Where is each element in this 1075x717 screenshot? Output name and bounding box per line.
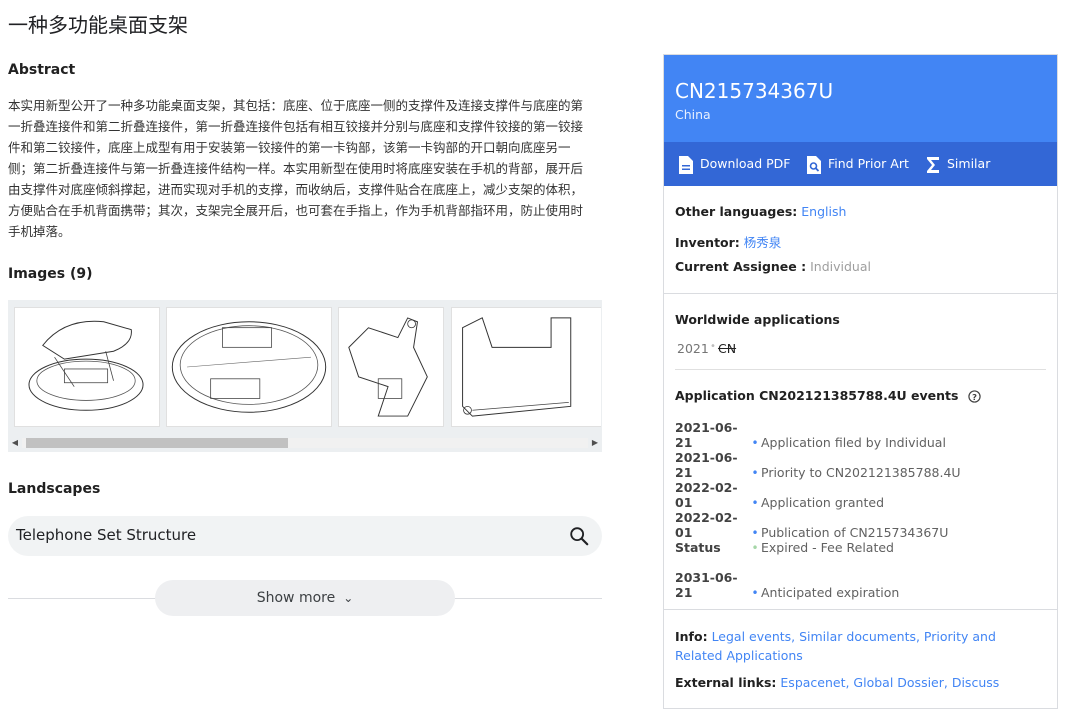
other-languages-link[interactable]: English: [801, 204, 846, 219]
pdf-file-icon: [679, 155, 693, 174]
scroll-left-icon[interactable]: ◀: [8, 436, 22, 450]
patent-image-3[interactable]: [338, 307, 444, 427]
patent-header: CN215734367U China: [664, 55, 1057, 142]
event-date: 2021-06-21: [675, 450, 738, 480]
panel-divider-inner: [675, 369, 1046, 370]
drawing-bracket-icon: [348, 317, 428, 417]
event-dot-icon: •: [751, 526, 759, 540]
status-dot-icon: •: [751, 541, 759, 555]
other-languages-label: Other languages:: [675, 204, 798, 219]
panel-divider-1: [664, 293, 1057, 294]
similar-label: Similar: [947, 156, 991, 171]
assignee-value: Individual: [810, 259, 871, 274]
external-links[interactable]: Espacenet, Global Dossier, Discuss: [780, 675, 999, 690]
event-row: 2021-06-21 • Application filed by Individu…: [675, 420, 1055, 450]
event-row: 2031-06-21 • Anticipated expiration: [675, 570, 1055, 600]
patent-image-4[interactable]: [451, 307, 601, 427]
other-languages-row: Other languages: English: [675, 204, 846, 219]
event-date: 2022-02-01: [675, 510, 738, 540]
similar-button[interactable]: Similar: [925, 142, 990, 186]
sigma-icon: [927, 156, 939, 173]
inventor-label: Inventor:: [675, 235, 740, 250]
patent-country: China: [675, 107, 711, 122]
panel-divider-2: [664, 609, 1057, 610]
show-more-button[interactable]: Show more ⌄: [155, 580, 455, 616]
worldwide-heading: Worldwide applications: [675, 312, 840, 327]
patent-summary-panel: CN215734367U China Download PDF Find Pri…: [663, 54, 1058, 709]
event-dot-icon: •: [751, 466, 759, 480]
info-row: Info: Legal events, Similar documents, P…: [675, 627, 1045, 665]
event-desc: Priority to CN202121385788.4U: [761, 465, 961, 480]
drawing-stand-icon: [28, 320, 144, 411]
event-date: 2021-06-21: [675, 420, 738, 450]
external-links-label: External links:: [675, 675, 777, 690]
drawing-disc-icon: [171, 321, 327, 413]
event-date: 2031-06-21: [675, 570, 738, 600]
gallery-scrollbar[interactable]: ◀ ▶: [8, 436, 602, 450]
landscapes-heading: Landscapes: [8, 481, 101, 497]
download-pdf-button[interactable]: Download PDF: [678, 142, 790, 186]
landscape-item-label: Telephone Set Structure: [16, 526, 197, 544]
patent-image-1[interactable]: [14, 307, 160, 427]
chevron-down-icon: ⌄: [343, 591, 354, 605]
download-pdf-label: Download PDF: [700, 156, 791, 171]
abstract-text: 本实用新型公开了一种多功能桌面支架，其包括：底座、位于底座一侧的支撑件及连接支撑…: [8, 98, 584, 239]
external-links-row: External links: Espacenet, Global Dossie…: [675, 673, 1045, 692]
event-desc: Expired - Fee Related: [761, 540, 894, 555]
images-heading: Images (9): [8, 266, 93, 282]
event-desc: Publication of CN215734367U: [761, 525, 949, 540]
worldwide-year: 2021: [677, 341, 709, 356]
publication-number: CN215734367U: [675, 79, 834, 103]
event-dot-icon: •: [751, 436, 759, 450]
event-row: 2022-02-01 • Publication of CN215734367U: [675, 510, 1055, 540]
help-icon[interactable]: ?: [968, 390, 981, 403]
assignee-label: Current Assignee :: [675, 259, 807, 274]
show-more-label: Show more: [256, 590, 336, 606]
inventor-row: Inventor: 杨秀泉: [675, 232, 781, 251]
worldwide-dot: •: [710, 341, 716, 352]
info-label: Info:: [675, 629, 708, 644]
svg-text:?: ?: [972, 392, 977, 402]
scroll-right-icon[interactable]: ▶: [588, 436, 602, 450]
abstract-heading: Abstract: [8, 62, 76, 78]
event-row: 2022-02-01 • Application granted: [675, 480, 1055, 510]
info-links[interactable]: Legal events, Similar documents, Priorit…: [675, 629, 996, 663]
page-title: 一种多功能桌面支架: [8, 13, 188, 37]
patent-image-2[interactable]: [166, 307, 332, 427]
find-prior-art-label: Find Prior Art: [828, 156, 909, 171]
event-desc: Anticipated expiration: [761, 585, 900, 600]
inventor-link[interactable]: 杨秀泉: [744, 235, 782, 250]
event-desc: Application filed by Individual: [761, 435, 946, 450]
events-heading-row: Application CN202121385788.4U events ?: [675, 388, 981, 403]
event-desc: Application granted: [761, 495, 884, 510]
search-icon[interactable]: [568, 525, 590, 547]
scroll-thumb[interactable]: [26, 438, 288, 448]
events-heading: Application CN202121385788.4U events: [675, 388, 959, 403]
event-date: Status: [675, 540, 721, 555]
drawing-hinge-icon: [462, 317, 572, 417]
assignee-row: Current Assignee : Individual: [675, 259, 871, 274]
event-date: 2022-02-01: [675, 480, 738, 510]
action-bar: Download PDF Find Prior Art Similar: [664, 142, 1057, 186]
find-prior-art-button[interactable]: Find Prior Art: [806, 142, 909, 186]
event-row-status: Status • Expired - Fee Related: [675, 540, 1055, 555]
event-row: 2021-06-21 • Priority to CN202121385788.4U: [675, 450, 1055, 480]
worldwide-country-link[interactable]: CN: [718, 341, 736, 356]
info-block: Info: Legal events, Similar documents, P…: [675, 627, 1045, 692]
prior-art-search-icon: [807, 155, 821, 174]
event-dot-icon: •: [751, 496, 759, 510]
landscape-item[interactable]: Telephone Set Structure: [8, 516, 602, 556]
image-gallery: ◀ ▶: [8, 300, 602, 452]
event-dot-icon: •: [751, 586, 759, 600]
